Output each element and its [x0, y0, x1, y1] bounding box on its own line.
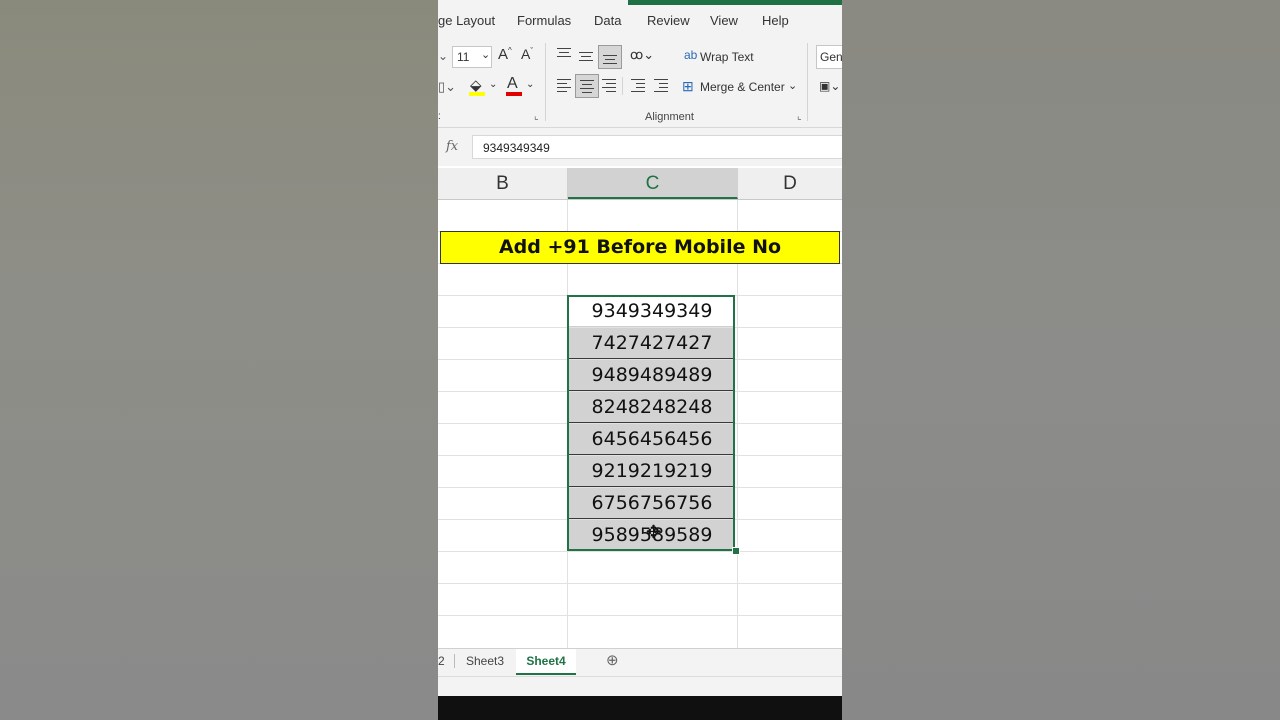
- cursor-icon: ✥: [646, 522, 662, 542]
- accounting-format-icon[interactable]: ▣⌄: [819, 79, 840, 93]
- font-dialog-launcher-icon[interactable]: ⌞: [534, 111, 539, 122]
- alignment-dialog-launcher-icon[interactable]: ⌞: [797, 111, 802, 122]
- tab-help[interactable]: Help: [762, 13, 789, 28]
- divider: [622, 77, 623, 95]
- number-format-dropdown[interactable]: Gene: [816, 45, 842, 69]
- chevron-down-icon[interactable]: ⌄: [788, 79, 797, 92]
- wrap-text-icon[interactable]: ab: [684, 48, 697, 62]
- column-header-c[interactable]: C: [568, 168, 738, 199]
- align-center-button[interactable]: [575, 74, 599, 98]
- fill-color-swatch: [469, 92, 485, 96]
- column-headers: B C D: [438, 168, 842, 200]
- wrap-text-button[interactable]: Wrap Text: [700, 50, 754, 64]
- sheet-title-cell[interactable]: Add +91 Before Mobile No: [440, 231, 840, 264]
- ribbon-tabs: ge Layout Formulas Data Review View Help: [438, 5, 842, 35]
- tab-formulas[interactable]: Formulas: [517, 13, 571, 28]
- group-divider: [807, 43, 808, 121]
- tab-view[interactable]: View: [710, 13, 738, 28]
- formula-value: 9349349349: [483, 141, 550, 155]
- alignment-group-label: Alignment: [645, 111, 694, 123]
- excel-window: ge Layout Formulas Data Review View Help…: [438, 0, 842, 696]
- number-format-value: Gene: [820, 50, 842, 64]
- decrease-font-icon[interactable]: Aˇ: [521, 46, 533, 62]
- sheet-tab-sheet3[interactable]: Sheet3: [466, 649, 504, 673]
- font-color-icon[interactable]: A: [507, 75, 518, 93]
- formula-bar: fx 9349349349: [438, 128, 842, 166]
- bottom-bar: [438, 696, 842, 720]
- bottom-align-button[interactable]: [598, 45, 622, 69]
- column-header-b[interactable]: B: [438, 168, 568, 199]
- chevron-down-icon: ⌄: [481, 49, 491, 61]
- tab-review[interactable]: Review: [647, 13, 690, 28]
- ribbon-home: ⌄ 11 ⌄ A^ Aˇ ▯⌄ ⬙ ⌄ A ⌄ : ⌞ ꝏ⌄ ab Wrap T…: [438, 35, 842, 128]
- orientation-icon[interactable]: ꝏ⌄: [630, 47, 654, 63]
- fill-handle[interactable]: [732, 547, 740, 555]
- chevron-down-icon[interactable]: ⌄: [489, 79, 497, 90]
- merge-center-button[interactable]: Merge & Center: [700, 80, 785, 94]
- chevron-down-icon[interactable]: ⌄: [526, 79, 534, 90]
- borders-icon[interactable]: ▯⌄: [438, 79, 456, 95]
- add-sheet-icon[interactable]: ⊕: [606, 649, 619, 673]
- tab-page-layout[interactable]: ge Layout: [438, 13, 495, 28]
- selection-border: [567, 295, 735, 551]
- font-color-swatch: [506, 92, 522, 96]
- tab-data[interactable]: Data: [594, 13, 621, 28]
- font-name-dropdown-arrow[interactable]: ⌄: [438, 49, 448, 63]
- font-size-dropdown[interactable]: 11 ⌄: [452, 46, 492, 68]
- sheet-tab-bar: 2 Sheet3 Sheet4 ⊕: [438, 648, 842, 677]
- fx-icon[interactable]: fx: [446, 139, 458, 154]
- sheet-tab-partial[interactable]: 2: [438, 649, 445, 673]
- formula-input[interactable]: 9349349349: [472, 135, 842, 159]
- group-divider: [545, 43, 546, 121]
- font-group-edge: :: [438, 111, 441, 122]
- background-left: [0, 0, 438, 720]
- worksheet-grid[interactable]: Add +91 Before Mobile No 9349349349 7427…: [438, 200, 842, 648]
- font-size-value: 11: [457, 50, 470, 64]
- merge-center-icon[interactable]: ⊞: [682, 78, 694, 95]
- column-header-d[interactable]: D: [738, 168, 842, 199]
- sheet-tab-sheet4[interactable]: Sheet4: [516, 649, 576, 675]
- background-right: [842, 0, 1280, 720]
- increase-font-icon[interactable]: A^: [498, 46, 512, 63]
- status-bar: [438, 676, 842, 696]
